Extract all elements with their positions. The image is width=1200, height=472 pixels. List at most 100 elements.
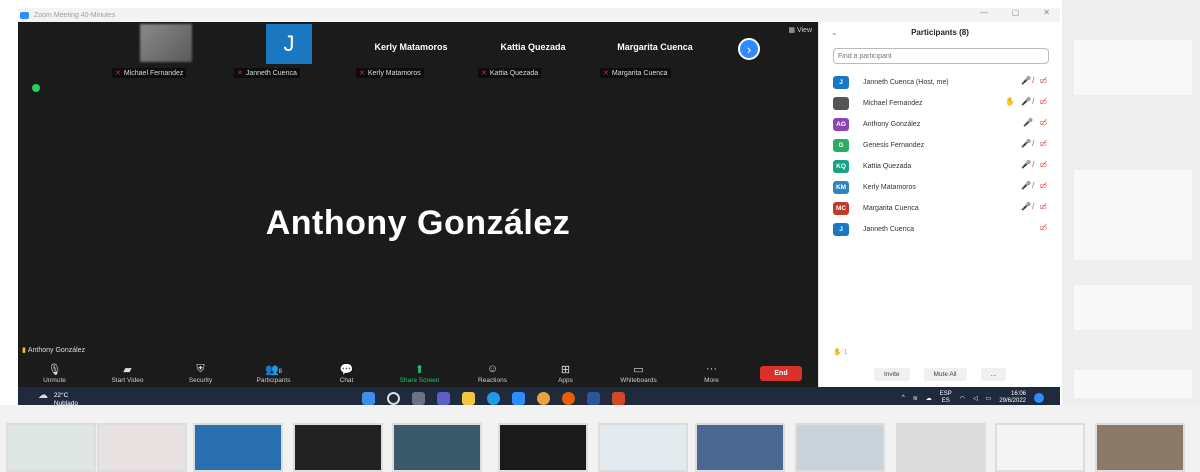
thumbnail-label: ✕ Michael Fernandez: [112, 68, 187, 78]
thumbnail-label: ✕ Kattia Quezada: [478, 68, 542, 78]
language-indicator[interactable]: ESP ES: [940, 391, 952, 405]
chrome-icon[interactable]: [537, 392, 550, 405]
active-speaker-name: Anthony González: [265, 204, 571, 242]
participant-row[interactable]: MC Margarita Cuenca 🎤̸ ▭̸: [833, 198, 1055, 219]
powerpoint-icon[interactable]: [612, 392, 625, 405]
thumbnail-michael[interactable]: ✕ Michael Fernandez: [108, 22, 226, 80]
share-screen-button[interactable]: ⬆ Share Screen: [383, 363, 456, 384]
slide-thumbnail[interactable]: [1095, 423, 1185, 472]
system-tray: ^ ≋ ☁ ESP ES ◠ ◁ ▭ 16:06 29/6/2022: [902, 391, 1044, 405]
participant-row[interactable]: J Janneth Cuenca ▭̸: [833, 219, 1055, 240]
title-bar: Zoom Meeting 40-Minutes — ▢ ✕: [18, 8, 1060, 22]
chat-button[interactable]: 💬 Chat: [310, 363, 383, 384]
invite-button[interactable]: Invite: [873, 368, 910, 381]
video-stage: ✋ ✕Michael Fernandez J ✕Janneth Cuenca K…: [18, 22, 818, 387]
muted-mic-icon: ✕: [115, 70, 121, 77]
mute-all-button[interactable]: Mute All: [923, 368, 967, 381]
end-meeting-button[interactable]: End: [760, 366, 802, 381]
next-page-button[interactable]: ›: [738, 38, 760, 60]
thumbnail-kattia[interactable]: Kattia Quezada ✕ Kattia Quezada: [474, 22, 592, 80]
encryption-shield-icon[interactable]: [32, 84, 40, 92]
participant-status-icons: 🎤̸ ▭̸: [1021, 202, 1049, 211]
participant-status-icons: 🎤 ▭̸: [1023, 118, 1049, 127]
slide-thumbnail[interactable]: [392, 423, 482, 472]
file-explorer-icon[interactable]: [462, 392, 475, 405]
avatar-initial: J: [266, 24, 312, 64]
avatar: KM: [833, 181, 849, 194]
active-speaker-label: ▮ Anthony González: [22, 347, 86, 354]
reactions-button[interactable]: ☺ Reactions: [456, 363, 529, 384]
word-icon[interactable]: [587, 392, 600, 405]
notification-icon[interactable]: [1034, 393, 1044, 403]
participant-status-icons: 🎤̸ ▭̸: [1021, 76, 1049, 85]
slide-thumbnail[interactable]: [97, 423, 187, 472]
thumbnail-janneth[interactable]: J ✕ Janneth Cuenca: [230, 22, 348, 80]
avatar: G: [833, 139, 849, 152]
shield-icon: ⛨: [196, 363, 205, 375]
chevron-up-icon[interactable]: ^: [902, 395, 905, 401]
chat-icon: 💬: [339, 364, 354, 376]
thumbnail-name: Margarita Cuenca: [617, 42, 693, 52]
zoom-icon[interactable]: [512, 392, 525, 405]
participant-status-icons: 🎤̸ ▭̸: [1021, 160, 1049, 169]
clock[interactable]: 16:06 29/6/2022: [999, 391, 1026, 405]
panel-title: Participants (8): [911, 28, 969, 37]
network-icon[interactable]: ≋: [913, 395, 918, 402]
slide-thumbnail[interactable]: [795, 423, 885, 472]
thumbnail-kerly[interactable]: Kerly Matamoros ✕ Kerly Matamoros: [352, 22, 470, 80]
apps-button[interactable]: ⊞ Apps: [529, 363, 602, 384]
background-window: [1062, 0, 1200, 405]
slide-thumbnail[interactable]: [695, 423, 785, 472]
minimize-icon[interactable]: —: [980, 8, 988, 17]
participant-search-input[interactable]: [833, 48, 1049, 64]
taskbar-apps: [362, 392, 625, 405]
participant-row[interactable]: J Janneth Cuenca (Host, me) 🎤̸ ▭̸: [833, 72, 1055, 93]
more-button[interactable]: ··· More: [675, 363, 748, 384]
whiteboard-icon: ▭: [633, 364, 644, 376]
slide-thumbnail[interactable]: [896, 423, 986, 472]
view-button[interactable]: ▦ View: [788, 26, 812, 34]
participant-name: Margarita Cuenca: [863, 205, 919, 212]
participant-row[interactable]: G Genesis Fernandez 🎤̸ ▭̸: [833, 135, 1055, 156]
participant-thumbnail-strip: ✕ Michael Fernandez J ✕ Janneth Cuenca Ker…: [108, 22, 714, 80]
slide-thumbnail[interactable]: [498, 423, 588, 472]
edge-icon[interactable]: [487, 392, 500, 405]
teams-icon[interactable]: [437, 392, 450, 405]
participant-row[interactable]: KM Kerly Matamoros 🎤̸ ▭̸: [833, 177, 1055, 198]
participant-row[interactable]: Michael Fernandez ✋ 🎤̸ ▭̸: [833, 93, 1055, 114]
battery-icon[interactable]: ▭: [986, 395, 992, 402]
maximize-icon[interactable]: ▢: [1012, 8, 1020, 17]
start-video-button[interactable]: ▰ Start Video: [91, 363, 164, 384]
muted-mic-icon: ✕: [237, 70, 243, 77]
unmute-button[interactable]: 🎙 Unmute: [18, 363, 91, 384]
task-view-icon[interactable]: [412, 392, 425, 405]
panel-more-button[interactable]: ...: [980, 368, 1007, 381]
background-block: [1074, 285, 1192, 330]
thumbnail-label: ✕ Janneth Cuenca: [234, 68, 300, 78]
close-icon[interactable]: ✕: [1043, 8, 1050, 17]
cloud-sync-icon[interactable]: ☁: [926, 395, 932, 402]
participant-name: Genesis Fernandez: [863, 142, 925, 149]
wifi-icon[interactable]: ◠: [960, 395, 965, 402]
slide-thumbnail[interactable]: [598, 423, 688, 472]
security-button[interactable]: ⛨ Security: [164, 363, 237, 384]
participants-button[interactable]: 👥8 Participants: [237, 363, 310, 384]
participant-row[interactable]: KQ Kattia Quezada 🎤̸ ▭̸: [833, 156, 1055, 177]
slide-thumbnail[interactable]: [293, 423, 383, 472]
thumbnail-margarita[interactable]: Margarita Cuenca ✕ Margarita Cuenca: [596, 22, 714, 80]
start-icon[interactable]: [362, 392, 375, 405]
participant-name: Michael Fernandez: [863, 100, 923, 107]
zoom-logo-icon: [20, 11, 29, 19]
search-icon[interactable]: [387, 392, 400, 405]
zoom-window: Zoom Meeting 40-Minutes — ▢ ✕ ✋ ✕Michael…: [18, 8, 1060, 413]
volume-icon[interactable]: ◁: [973, 395, 978, 402]
blurred-video: [140, 24, 192, 62]
whiteboards-button[interactable]: ▭ Whiteboards: [602, 363, 675, 384]
meeting-toolbar: 🎙 Unmute ▰ Start Video ⛨ Security 👥8 Partici…: [18, 360, 818, 387]
slide-thumbnail[interactable]: [995, 423, 1085, 472]
participant-row[interactable]: AG Anthony González 🎤 ▭̸: [833, 114, 1055, 135]
slide-thumbnail[interactable]: [6, 423, 96, 472]
slide-thumbnail[interactable]: [193, 423, 283, 472]
firefox-icon[interactable]: [562, 392, 575, 405]
avatar: J: [833, 76, 849, 89]
